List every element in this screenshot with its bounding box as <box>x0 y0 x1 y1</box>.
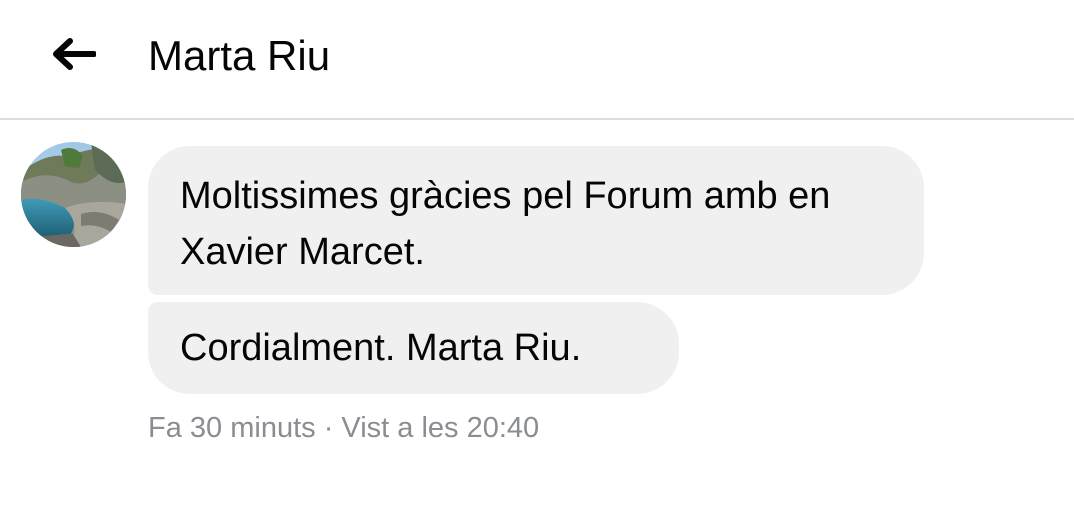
message-text: Cordialment. Marta Riu. <box>180 327 582 369</box>
arrow-left-icon <box>53 38 96 70</box>
message-text: Moltissimes gràcies pel Forum amb en Xav… <box>180 175 831 273</box>
sent-time-label: Fa 30 minuts <box>148 412 316 444</box>
message-bubble[interactable]: Moltissimes gràcies pel Forum amb en Xav… <box>148 146 924 295</box>
contact-avatar[interactable] <box>21 142 126 247</box>
message-status: Fa 30 minuts · Vist a les 20:40 <box>148 410 539 446</box>
conversation-header: Marta Riu <box>0 0 1074 120</box>
profile-photo-landscape-icon <box>21 142 126 247</box>
message-bubble[interactable]: Cordialment. Marta Riu. <box>148 302 679 394</box>
seen-time-label: Vist a les 20:40 <box>341 412 540 444</box>
back-button[interactable] <box>40 26 106 82</box>
status-separator: · <box>315 412 342 444</box>
contact-name-title[interactable]: Marta Riu <box>148 30 330 82</box>
